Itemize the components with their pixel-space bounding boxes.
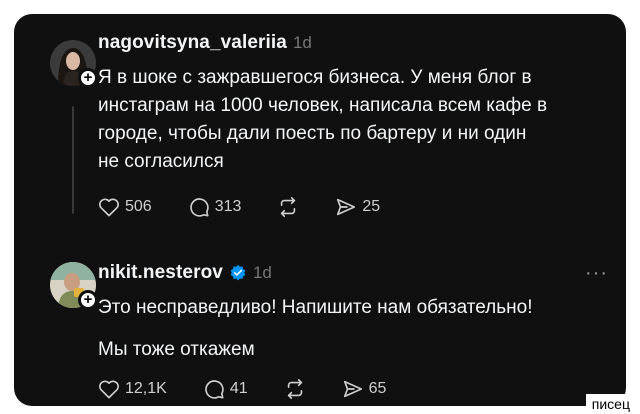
- post-text-line: Я в шоке с зажравшегося бизнеса. У меня …: [98, 67, 532, 88]
- threads-card: + nagovitsyna_valeriia 1d Я в шоке с заж…: [14, 14, 626, 406]
- like-button[interactable]: 12,1K: [98, 379, 167, 399]
- comment-icon: [205, 380, 224, 399]
- share-button[interactable]: 25: [335, 196, 380, 218]
- post-text-line: Мы тоже откажем: [98, 339, 255, 360]
- reply-count: 313: [214, 198, 242, 215]
- post-valeriia: + nagovitsyna_valeriia 1d Я в шоке с заж…: [14, 14, 626, 244]
- post-header: nikit.nesterov 1d: [98, 262, 272, 284]
- post-text-line: инстаграм на 1000 человек, написала всем…: [98, 95, 548, 116]
- watermark: писец: [585, 394, 636, 414]
- thread-line: [72, 106, 74, 214]
- share-count: 65: [368, 380, 387, 397]
- share-icon: [343, 380, 362, 398]
- like-count: 506: [125, 198, 152, 215]
- reply-button[interactable]: 41: [203, 378, 248, 400]
- post-header: nagovitsyna_valeriia 1d: [98, 32, 312, 54]
- post-text-line: не согласился: [98, 151, 224, 172]
- repost-button[interactable]: [277, 196, 299, 218]
- post-text: Это несправедливо! Напишите нам обязател…: [98, 294, 598, 364]
- username[interactable]: nagovitsyna_valeriia: [98, 32, 287, 54]
- comment-icon: [189, 198, 209, 217]
- post-nikit: + nikit.nesterov 1d ··· Это несправедлив…: [14, 246, 626, 406]
- reply-count: 41: [229, 380, 248, 397]
- post-time: 1d: [292, 33, 312, 52]
- repost-icon: [281, 197, 296, 217]
- share-count: 25: [362, 198, 381, 215]
- post-text: Я в шоке с зажравшегося бизнеса. У меня …: [98, 64, 598, 176]
- follow-plus-icon[interactable]: +: [78, 290, 98, 310]
- more-icon[interactable]: ···: [585, 262, 608, 285]
- repost-icon: [287, 379, 302, 399]
- post-text-line: городе, чтобы дали поесть по бартеру и н…: [98, 123, 527, 144]
- repost-button[interactable]: [284, 378, 306, 400]
- action-bar: 12,1K 41 65: [98, 378, 422, 400]
- reply-button[interactable]: 313: [188, 196, 242, 218]
- share-icon: [337, 198, 356, 216]
- action-bar: 506 313 25: [98, 196, 416, 218]
- heart-icon: [99, 198, 119, 217]
- like-button[interactable]: 506: [98, 197, 152, 217]
- post-time: 1d: [252, 263, 272, 282]
- post-text-spacer: [98, 322, 598, 336]
- follow-plus-icon[interactable]: +: [78, 68, 98, 88]
- heart-icon: [99, 380, 119, 399]
- verified-icon: [230, 264, 246, 281]
- post-text-line: Это несправедливо! Напишите нам обязател…: [98, 297, 533, 318]
- username[interactable]: nikit.nesterov: [98, 262, 223, 284]
- like-count: 12,1K: [125, 380, 167, 397]
- share-button[interactable]: 65: [342, 378, 387, 400]
